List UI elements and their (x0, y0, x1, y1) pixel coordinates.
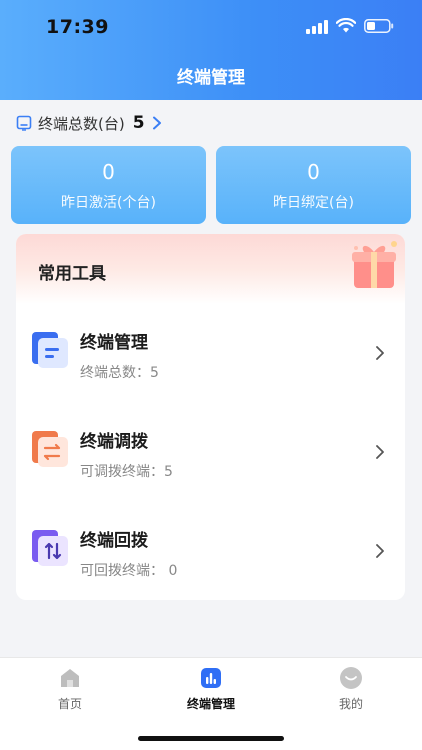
tab-terminal-management[interactable]: 终端管理 (151, 666, 271, 712)
common-tools-header: 常用工具 (16, 234, 405, 304)
stat-card-bound[interactable]: 0 昨日绑定(台) (216, 146, 411, 224)
tab-home[interactable]: 首页 (10, 666, 130, 712)
header: 17:39 终端管理 (0, 0, 422, 100)
transfer-icon (32, 431, 68, 467)
list-icon (32, 332, 68, 368)
chevron-right-icon (376, 544, 384, 558)
common-tools-card: 常用工具 终端管理 终端总数：5 终端调拨 可调拨终端：5 终端回拨 可回拨终端… (16, 234, 405, 600)
tab-label: 终端管理 (186, 697, 235, 711)
tool-item-terminal-transfer[interactable]: 终端调拨 可调拨终端：5 (16, 407, 405, 497)
status-time: 17:39 (46, 16, 109, 38)
terminal-icon (16, 115, 32, 131)
common-tools-title: 常用工具 (38, 264, 106, 284)
tool-name: 终端回拨 (80, 531, 148, 551)
tool-subtitle: 可回拨终端： 0 (80, 563, 178, 579)
stat-value: 0 (102, 160, 115, 184)
battery-icon (364, 19, 394, 33)
tab-label: 我的 (338, 697, 363, 711)
tool-item-terminal-recall[interactable]: 终端回拨 可回拨终端： 0 (16, 506, 405, 596)
chart-icon (201, 668, 221, 688)
terminal-total-label: 终端总数(台) (38, 114, 125, 133)
status-bar: 17:39 (0, 0, 422, 50)
page-title: 终端管理 (177, 68, 245, 88)
tool-name: 终端调拨 (80, 432, 148, 452)
chevron-right-icon (376, 346, 384, 360)
stat-value: 0 (307, 160, 320, 184)
terminal-total-row[interactable]: 终端总数(台) 5 (16, 112, 163, 134)
tool-item-terminal-management[interactable]: 终端管理 终端总数：5 (16, 308, 405, 398)
home-icon (61, 669, 79, 687)
terminal-total-value: 5 (132, 113, 145, 133)
tool-subtitle: 可调拨终端：5 (80, 464, 173, 480)
profile-icon (340, 667, 362, 689)
tab-label: 首页 (57, 697, 82, 711)
tab-profile[interactable]: 我的 (291, 666, 411, 712)
chevron-right-icon (152, 116, 161, 130)
tool-name: 终端管理 (80, 333, 148, 353)
home-indicator (138, 736, 284, 741)
stat-label: 昨日激活(个台) (61, 195, 156, 211)
wifi-icon (336, 18, 356, 33)
stat-card-activated[interactable]: 0 昨日激活(个台) (11, 146, 206, 224)
recall-icon (32, 530, 68, 566)
chevron-right-icon (376, 445, 384, 459)
tool-subtitle: 终端总数：5 (80, 365, 159, 381)
cellular-signal-icon (306, 20, 328, 34)
stat-label: 昨日绑定(台) (273, 195, 354, 211)
gift-icon (352, 241, 397, 288)
